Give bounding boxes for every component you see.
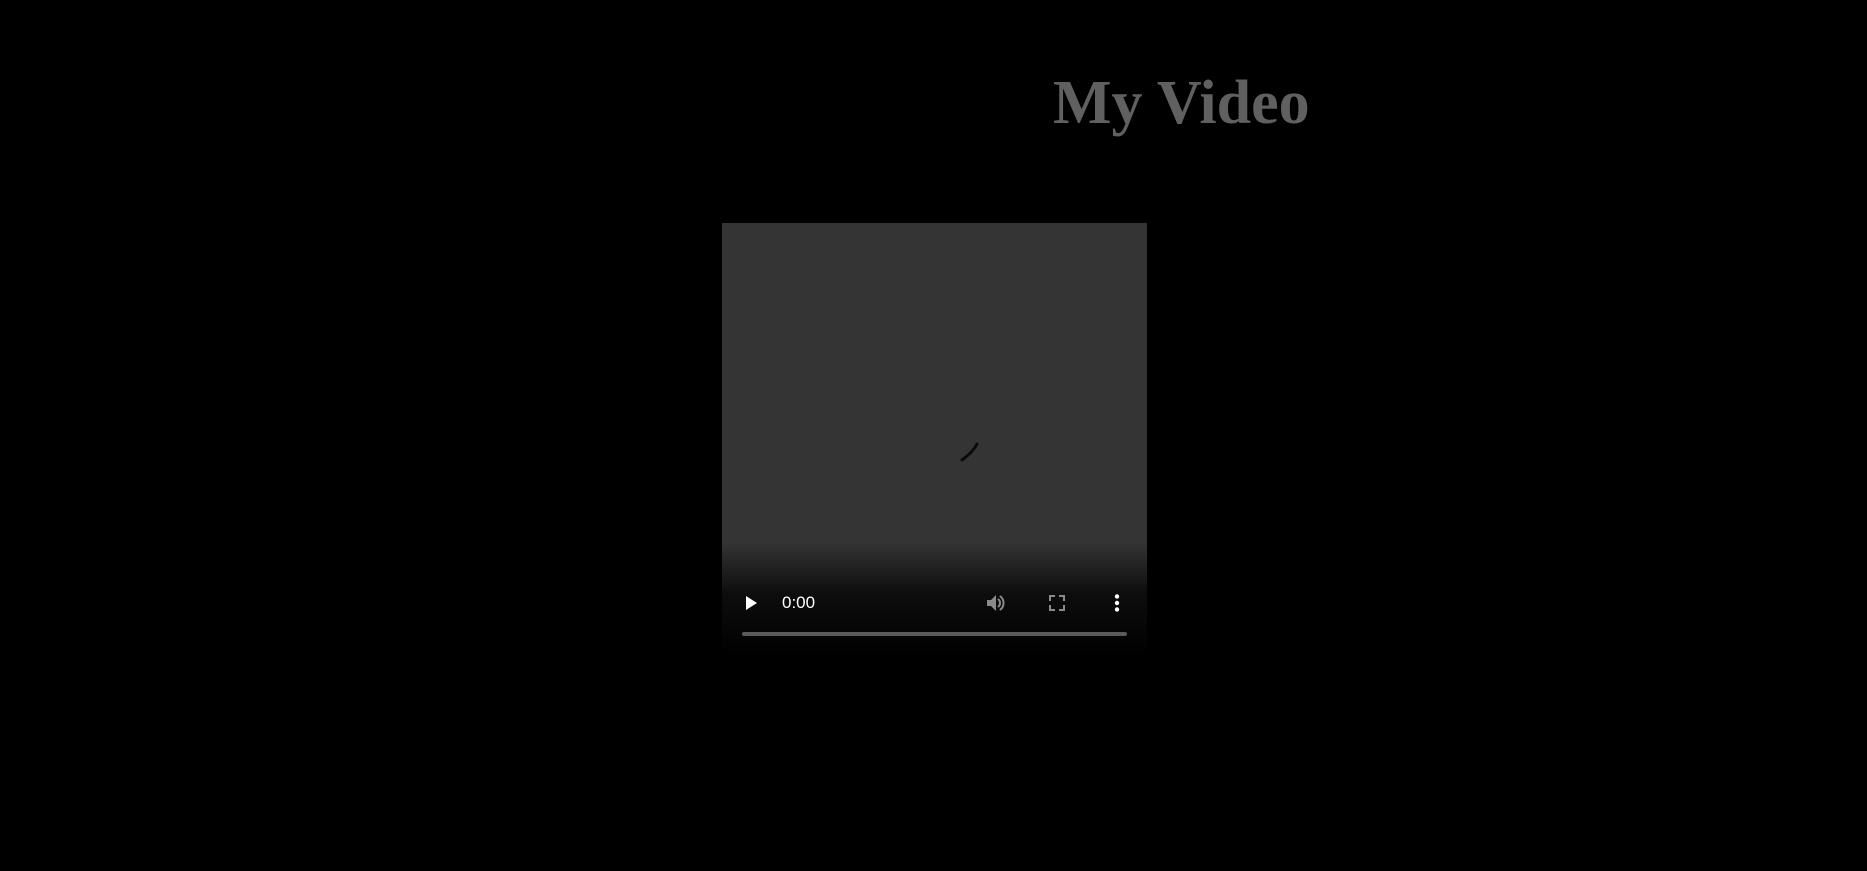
more-options-button[interactable] [1105,591,1129,615]
page: My Video 0:00 [0,0,1867,871]
video-timeline-scrubber[interactable] [742,632,1127,636]
fullscreen-icon [1049,595,1065,611]
page-title: My Video [1053,69,1310,137]
video-control-bar: 0:00 [722,585,1147,621]
current-time-display: 0:00 [782,593,816,612]
mute-button[interactable] [984,591,1008,615]
more-vert-icon [1114,594,1120,612]
play-icon [746,596,757,610]
fullscreen-button[interactable] [1045,591,1069,615]
volume-icon [987,595,1005,611]
video-player[interactable]: 0:00 [722,223,1147,655]
play-button[interactable] [738,591,762,615]
loading-spinner-icon [960,442,979,462]
